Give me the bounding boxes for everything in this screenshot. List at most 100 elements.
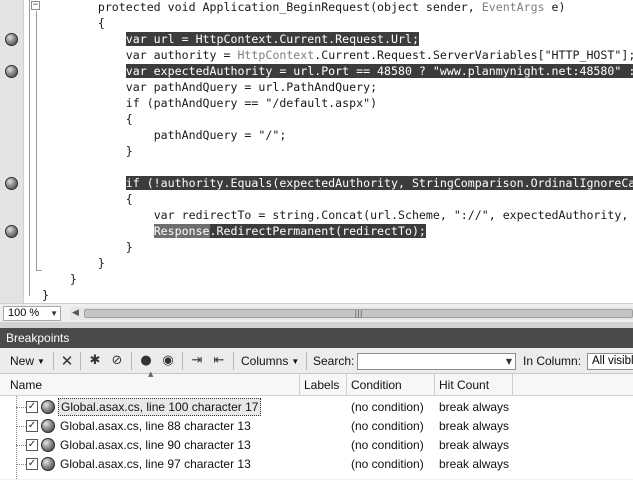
breakpoint-enabled-checkbox[interactable]: ✓: [26, 439, 38, 451]
column-header-hit-count[interactable]: Hit Count: [435, 374, 513, 396]
breakpoint-enabled-checkbox[interactable]: ✓: [26, 458, 38, 470]
delete-breakpoint-icon[interactable]: ✕: [58, 352, 76, 370]
breakpoint-hit-count: break always: [439, 438, 510, 452]
scroll-left-icon[interactable]: ◀: [72, 307, 79, 320]
breakpoint-icon[interactable]: [5, 225, 18, 238]
breakpoint-hit-count: break always: [439, 419, 510, 433]
code-line[interactable]: var authority = HttpContext.Current.Requ…: [42, 47, 633, 63]
go-to-source-icon[interactable]: ●: [137, 352, 155, 370]
collapse-method-icon[interactable]: −: [31, 1, 40, 10]
columns-button[interactable]: Columns ▼: [241, 352, 299, 370]
code-line[interactable]: var pathAndQuery = url.PathAndQuery;: [42, 79, 377, 95]
code-line[interactable]: var redirectTo = string.Concat(url.Schem…: [42, 207, 633, 223]
breakpoint-icon[interactable]: [5, 33, 18, 46]
breakpoint-condition: (no condition): [351, 457, 424, 471]
code-line[interactable]: {: [42, 15, 105, 31]
toolbar-separator: [233, 352, 234, 370]
export-icon[interactable]: ⇥: [188, 352, 206, 370]
code-line[interactable]: Response.RedirectPermanent(redirectTo);: [42, 223, 426, 239]
breakpoint-icon[interactable]: [5, 177, 18, 190]
code-line[interactable]: }: [42, 143, 133, 159]
column-header-name[interactable]: Name: [6, 374, 300, 396]
breakpoint-icon: [41, 419, 55, 433]
outline-line: [36, 11, 37, 271]
code-token: {: [125, 192, 133, 206]
code-token: }: [97, 256, 105, 270]
code-token: if (pathAndQuery == "/default.aspx"): [125, 96, 378, 110]
search-input[interactable]: ▼: [357, 353, 516, 370]
code-editor[interactable]: − protected void Application_BeginReques…: [0, 0, 633, 303]
in-column-label: In Column:: [523, 354, 582, 368]
code-line[interactable]: }: [42, 255, 105, 271]
code-token: var expectedAuthority = url.Port == 4858…: [125, 64, 633, 78]
breakpoint-condition: (no condition): [351, 419, 424, 433]
new-button-label: New: [10, 354, 35, 368]
code-line[interactable]: }: [42, 287, 49, 303]
breakpoint-row[interactable]: ✓ Global.asax.cs, line 100 character 17 (n…: [0, 398, 633, 417]
toolbar-separator: [306, 352, 307, 370]
breakpoints-window: Breakpoints New ▼ ✕ ✱ ⊘ ● ◉ ⇥ ⇤ Columns ▼ …: [0, 322, 633, 480]
breakpoint-icon[interactable]: [5, 65, 18, 78]
code-token: var pathAndQuery = url.PathAndQuery;: [125, 80, 378, 94]
code-line[interactable]: {: [42, 111, 133, 127]
go-to-disassembly-icon[interactable]: ◉: [159, 352, 177, 370]
code-line[interactable]: {: [42, 191, 133, 207]
code-line[interactable]: var url = HttpContext.Current.Request.Ur…: [42, 31, 419, 47]
breakpoint-condition: (no condition): [351, 400, 424, 414]
code-line[interactable]: var expectedAuthority = url.Port == 4858…: [42, 63, 633, 79]
disable-all-breakpoints-icon[interactable]: ⊘: [108, 352, 126, 370]
scrollbar-thumb[interactable]: |||: [84, 309, 633, 318]
breakpoints-column-header: ▲ Name Labels Condition Hit Count: [0, 370, 633, 396]
code-line[interactable]: if (!authority.Equals(expectedAuthority,…: [42, 175, 633, 191]
search-label: Search:: [313, 354, 355, 368]
in-column-dropdown[interactable]: All visible: [587, 353, 633, 370]
code-line[interactable]: pathAndQuery = "/";: [42, 127, 287, 143]
breakpoint-name[interactable]: Global.asax.cs, line 90 character 13: [58, 436, 253, 455]
zoom-level-dropdown[interactable]: 100 % ▼: [3, 306, 61, 321]
breakpoint-row[interactable]: ✓ Global.asax.cs, line 88 character 13 (no…: [0, 417, 633, 436]
code-line[interactable]: }: [42, 271, 77, 287]
breakpoints-title: Breakpoints: [0, 328, 633, 348]
new-breakpoint-button[interactable]: New ▼: [10, 352, 45, 370]
breakpoint-condition: (no condition): [351, 438, 424, 452]
in-column-value: All visible: [592, 355, 633, 367]
breakpoint-enabled-checkbox[interactable]: ✓: [26, 401, 38, 413]
code-token: protected void Application_BeginRequest(…: [97, 0, 482, 14]
breakpoint-name[interactable]: Global.asax.cs, line 88 character 13: [58, 417, 253, 436]
horizontal-scrollbar[interactable]: ◀ |||: [70, 307, 633, 320]
chevron-down-icon: ▼: [37, 357, 45, 366]
code-token: if (!authority.Equals(expectedAuthority,…: [125, 176, 633, 190]
breakpoint-name[interactable]: Global.asax.cs, line 97 character 13: [58, 455, 253, 474]
breakpoint-hit-count: break always: [439, 457, 510, 471]
breakpoint-row[interactable]: ✓ Global.asax.cs, line 90 character 13 (no…: [0, 436, 633, 455]
code-token: HttpContext: [237, 48, 315, 62]
breakpoint-gutter[interactable]: [0, 0, 24, 303]
delete-all-breakpoints-icon[interactable]: ✱: [86, 352, 104, 370]
tree-line: [16, 464, 26, 465]
breakpoint-name[interactable]: Global.asax.cs, line 100 character 17: [58, 398, 262, 416]
code-line[interactable]: if (pathAndQuery == "/default.aspx"): [42, 95, 377, 111]
import-icon[interactable]: ⇤: [210, 352, 228, 370]
column-header-labels[interactable]: Labels: [300, 374, 347, 396]
code-token: Response: [153, 224, 210, 238]
breakpoint-icon: [41, 457, 55, 471]
code-line[interactable]: }: [42, 239, 133, 255]
code-line[interactable]: protected void Application_BeginRequest(…: [42, 0, 566, 15]
breakpoint-row[interactable]: ✓ Global.asax.cs, line 97 character 13 (no…: [0, 455, 633, 474]
toolbar-separator: [80, 352, 81, 370]
code-token: .RedirectPermanent(redirectTo);: [209, 224, 426, 238]
column-header-condition[interactable]: Condition: [347, 374, 435, 396]
code-token: }: [42, 288, 49, 302]
breakpoint-enabled-checkbox[interactable]: ✓: [26, 420, 38, 432]
